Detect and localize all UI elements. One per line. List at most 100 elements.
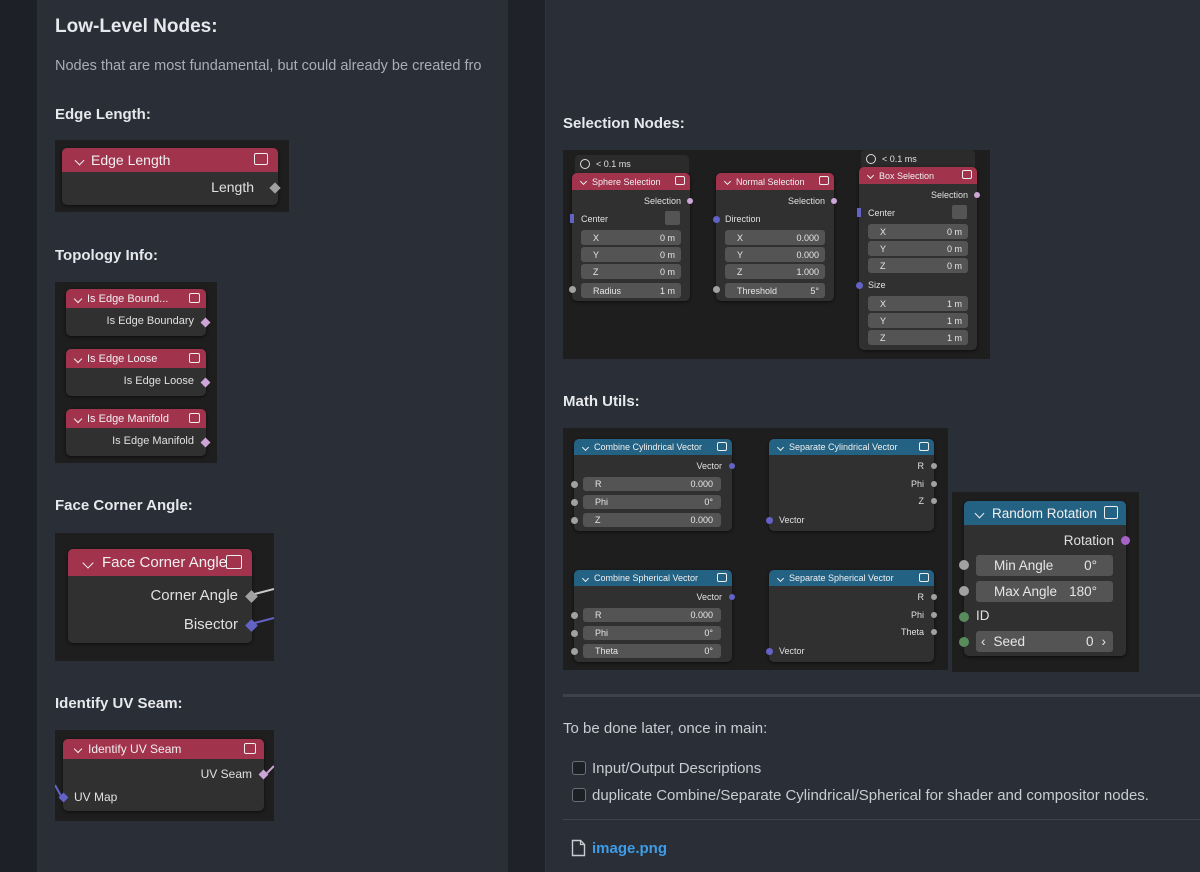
node-header[interactable]: Box Selection [859,167,977,184]
identify-uv-seam-node[interactable]: Identify UV Seam UV Seam UV Map [58,739,269,811]
node-header[interactable]: Separate Cylindrical Vector [769,439,934,455]
gizmo-icon[interactable] [952,205,967,219]
x-field[interactable]: X0 m [581,230,681,245]
vector-socket[interactable] [729,594,735,600]
normal-selection-node[interactable]: Normal Selection Selection Direction X 0.… [713,173,837,301]
vector-socket[interactable] [857,208,861,217]
todo-checkbox-2[interactable] [572,788,586,802]
float-socket[interactable] [931,481,937,487]
attachment-link[interactable]: image.png [592,840,667,857]
length-socket[interactable] [269,182,281,194]
rotation-socket[interactable] [1121,536,1130,545]
bool-socket[interactable] [687,198,693,204]
vector-socket[interactable] [570,214,574,223]
increment-icon[interactable]: › [1102,634,1107,649]
edge-length-node[interactable]: Edge Length Length [62,148,281,205]
todo-checkbox-1[interactable] [572,761,586,775]
chevron-down-icon[interactable] [579,177,588,186]
float-socket[interactable] [713,286,720,293]
max-angle-field[interactable]: Max Angle 180° [976,581,1113,602]
float-socket[interactable] [571,648,578,655]
vector-socket[interactable] [729,463,735,469]
combine-cylindrical-node[interactable]: Combine Cylindrical Vector Vector R 0.000… [571,439,735,531]
theta-field[interactable]: Theta 0° [583,644,721,658]
chevron-down-icon[interactable] [73,294,83,303]
node-header[interactable]: Is Edge Manifold [66,409,206,428]
center-y-field[interactable]: Y0 m [868,241,968,256]
float-socket[interactable] [571,499,578,506]
bool-socket[interactable] [200,437,211,448]
node-header[interactable]: Identify UV Seam [63,739,264,759]
float-socket[interactable] [931,594,937,600]
node-header[interactable]: Normal Selection [716,173,834,190]
gizmo-icon[interactable] [665,211,680,225]
size-z-field[interactable]: Z1 m [868,330,968,345]
node-header[interactable]: Sphere Selection [572,173,690,190]
seed-field[interactable]: ‹ Seed 0 › [976,631,1113,652]
bool-socket[interactable] [200,317,211,328]
float-socket[interactable] [571,612,578,619]
int-socket[interactable] [959,637,969,647]
radius-field[interactable]: Radius 1 m [581,283,681,298]
node-header[interactable]: Combine Cylindrical Vector [574,439,732,455]
r-field[interactable]: R 0.000 [583,477,721,491]
y-field[interactable]: Y0 m [581,247,681,262]
size-y-field[interactable]: Y1 m [868,313,968,328]
chevron-down-icon[interactable] [74,155,85,165]
node-header[interactable]: Separate Spherical Vector [769,570,934,586]
chevron-down-icon[interactable] [776,443,785,451]
chevron-down-icon[interactable] [73,354,83,363]
chevron-down-icon[interactable] [73,414,83,423]
float-socket[interactable] [571,517,578,524]
r-field[interactable]: R 0.000 [583,608,721,622]
node-header[interactable]: Edge Length [62,148,278,172]
face-corner-angle-node[interactable]: Face Corner Angle Corner Angle Bisector [68,549,258,643]
chevron-down-icon[interactable] [82,556,94,569]
float-socket[interactable] [931,612,937,618]
vector-socket[interactable] [766,648,773,655]
node-header[interactable]: Combine Spherical Vector [574,570,732,586]
z-field[interactable]: Z 1.000 [725,264,825,279]
node-header[interactable]: Is Edge Bound... [66,289,206,308]
chevron-down-icon[interactable] [866,171,875,180]
bool-socket[interactable] [831,198,837,204]
node-header[interactable]: Face Corner Angle [68,549,252,576]
min-angle-field[interactable]: Min Angle 0° [976,555,1113,576]
is-edge-loose-node[interactable]: Is Edge Loose Is Edge Loose [66,349,211,396]
random-rotation-node[interactable]: Random Rotation Rotation Min Angle 0° Max… [959,501,1130,656]
chevron-down-icon[interactable] [581,574,590,582]
x-field[interactable]: X 0.000 [725,230,825,245]
float-socket[interactable] [959,586,969,596]
is-edge-manifold-node[interactable]: Is Edge Manifold Is Edge Manifold [66,409,211,456]
chevron-down-icon[interactable] [974,508,985,518]
phi-field[interactable]: Phi 0° [583,626,721,640]
y-field[interactable]: Y 0.000 [725,247,825,262]
is-edge-boundary-node[interactable]: Is Edge Bound... Is Edge Boundary [66,289,211,336]
bool-socket[interactable] [200,377,211,388]
combine-spherical-node[interactable]: Combine Spherical Vector Vector R 0.000 P… [571,570,735,662]
float-socket[interactable] [931,498,937,504]
float-socket[interactable] [569,286,576,293]
center-x-field[interactable]: X0 m [868,224,968,239]
phi-field[interactable]: Phi 0° [583,495,721,509]
chevron-down-icon[interactable] [776,574,785,582]
box-selection-node[interactable]: Box Selection Selection Center X0 m Y0 m… [856,167,980,350]
separate-spherical-node[interactable]: Separate Spherical Vector R Phi Theta Ve… [766,570,937,662]
threshold-field[interactable]: Threshold 5° [725,283,825,298]
chevron-down-icon[interactable] [73,744,83,754]
separate-cylindrical-node[interactable]: Separate Cylindrical Vector R Phi Z Vect… [766,439,937,531]
size-x-field[interactable]: X1 m [868,296,968,311]
node-header[interactable]: Is Edge Loose [66,349,206,368]
float-socket[interactable] [959,560,969,570]
int-socket[interactable] [959,612,969,622]
center-z-field[interactable]: Z0 m [868,258,968,273]
bool-socket[interactable] [974,192,980,198]
float-socket[interactable] [571,630,578,637]
z-field[interactable]: Z0 m [581,264,681,279]
float-socket[interactable] [571,481,578,488]
vector-socket[interactable] [713,216,720,223]
float-socket[interactable] [931,629,937,635]
z-field[interactable]: Z 0.000 [583,513,721,527]
float-socket[interactable] [931,463,937,469]
node-header[interactable]: Random Rotation [964,501,1126,525]
